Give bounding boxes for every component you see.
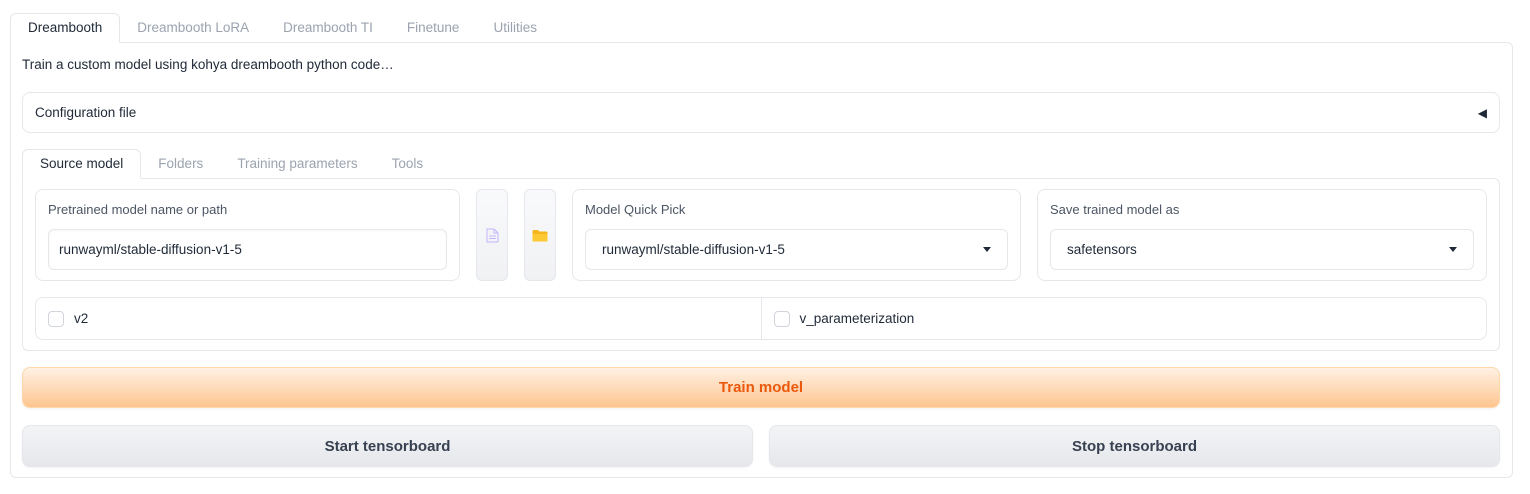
start-tensorboard-button[interactable]: Start tensorboard bbox=[22, 425, 753, 467]
stop-tensorboard-button[interactable]: Stop tensorboard bbox=[769, 425, 1500, 467]
tab-finetune[interactable]: Finetune bbox=[390, 13, 477, 43]
folder-icon bbox=[532, 229, 548, 241]
page-description: Train a custom model using kohya dreambo… bbox=[22, 57, 394, 72]
save-model-as-block: Save trained model as safetensors bbox=[1037, 189, 1487, 281]
pretrained-model-label: Pretrained model name or path bbox=[48, 202, 228, 217]
model-quick-pick-block: Model Quick Pick runwayml/stable-diffusi… bbox=[572, 189, 1021, 281]
model-quick-pick-dropdown[interactable]: runwayml/stable-diffusion-v1-5 bbox=[585, 229, 1008, 270]
select-folder-button[interactable] bbox=[524, 189, 556, 281]
dropdown-caret-icon bbox=[983, 247, 991, 252]
v-parameterization-label: v_parameterization bbox=[799, 311, 915, 326]
select-file-button[interactable] bbox=[476, 189, 508, 281]
tab-training-parameters[interactable]: Training parameters bbox=[220, 149, 374, 179]
configuration-file-accordion[interactable]: Configuration file ◀ bbox=[22, 92, 1500, 133]
model-quick-pick-value: runwayml/stable-diffusion-v1-5 bbox=[602, 242, 785, 257]
tab-dreambooth-lora[interactable]: Dreambooth LoRA bbox=[120, 13, 266, 43]
tab-dreambooth-ti[interactable]: Dreambooth TI bbox=[266, 13, 390, 43]
tab-tools[interactable]: Tools bbox=[375, 149, 441, 179]
train-model-button[interactable]: Train model bbox=[22, 367, 1500, 408]
tab-folders[interactable]: Folders bbox=[141, 149, 220, 179]
accordion-label: Configuration file bbox=[35, 105, 137, 120]
tab-source-model[interactable]: Source model bbox=[22, 149, 142, 179]
save-model-as-label: Save trained model as bbox=[1050, 202, 1180, 217]
sub-tab-bar: Source model Folders Training parameters… bbox=[22, 149, 440, 179]
dropdown-caret-icon bbox=[1449, 247, 1457, 252]
main-tab-bar: Dreambooth Dreambooth LoRA Dreambooth TI… bbox=[10, 13, 554, 43]
v2-checkbox[interactable] bbox=[48, 310, 64, 327]
v2-label: v2 bbox=[74, 311, 89, 326]
v-parameterization-checkbox[interactable] bbox=[773, 310, 790, 327]
model-quick-pick-label: Model Quick Pick bbox=[585, 202, 686, 217]
tab-dreambooth[interactable]: Dreambooth bbox=[10, 13, 121, 43]
v2-option[interactable]: v2 bbox=[36, 298, 761, 339]
tab-utilities[interactable]: Utilities bbox=[476, 13, 554, 43]
model-options-row: v2 v_parameterization bbox=[35, 297, 1487, 340]
save-model-as-value: safetensors bbox=[1067, 242, 1137, 257]
save-model-as-dropdown[interactable]: safetensors bbox=[1050, 229, 1474, 270]
pretrained-model-input[interactable]: runwayml/stable-diffusion-v1-5 bbox=[48, 229, 447, 270]
document-icon bbox=[486, 228, 498, 242]
v-parameterization-option[interactable]: v_parameterization bbox=[760, 298, 1487, 339]
collapse-arrow-icon: ◀ bbox=[1477, 105, 1487, 120]
pretrained-model-block: Pretrained model name or path runwayml/s… bbox=[35, 189, 460, 281]
pretrained-model-value: runwayml/stable-diffusion-v1-5 bbox=[59, 242, 242, 257]
